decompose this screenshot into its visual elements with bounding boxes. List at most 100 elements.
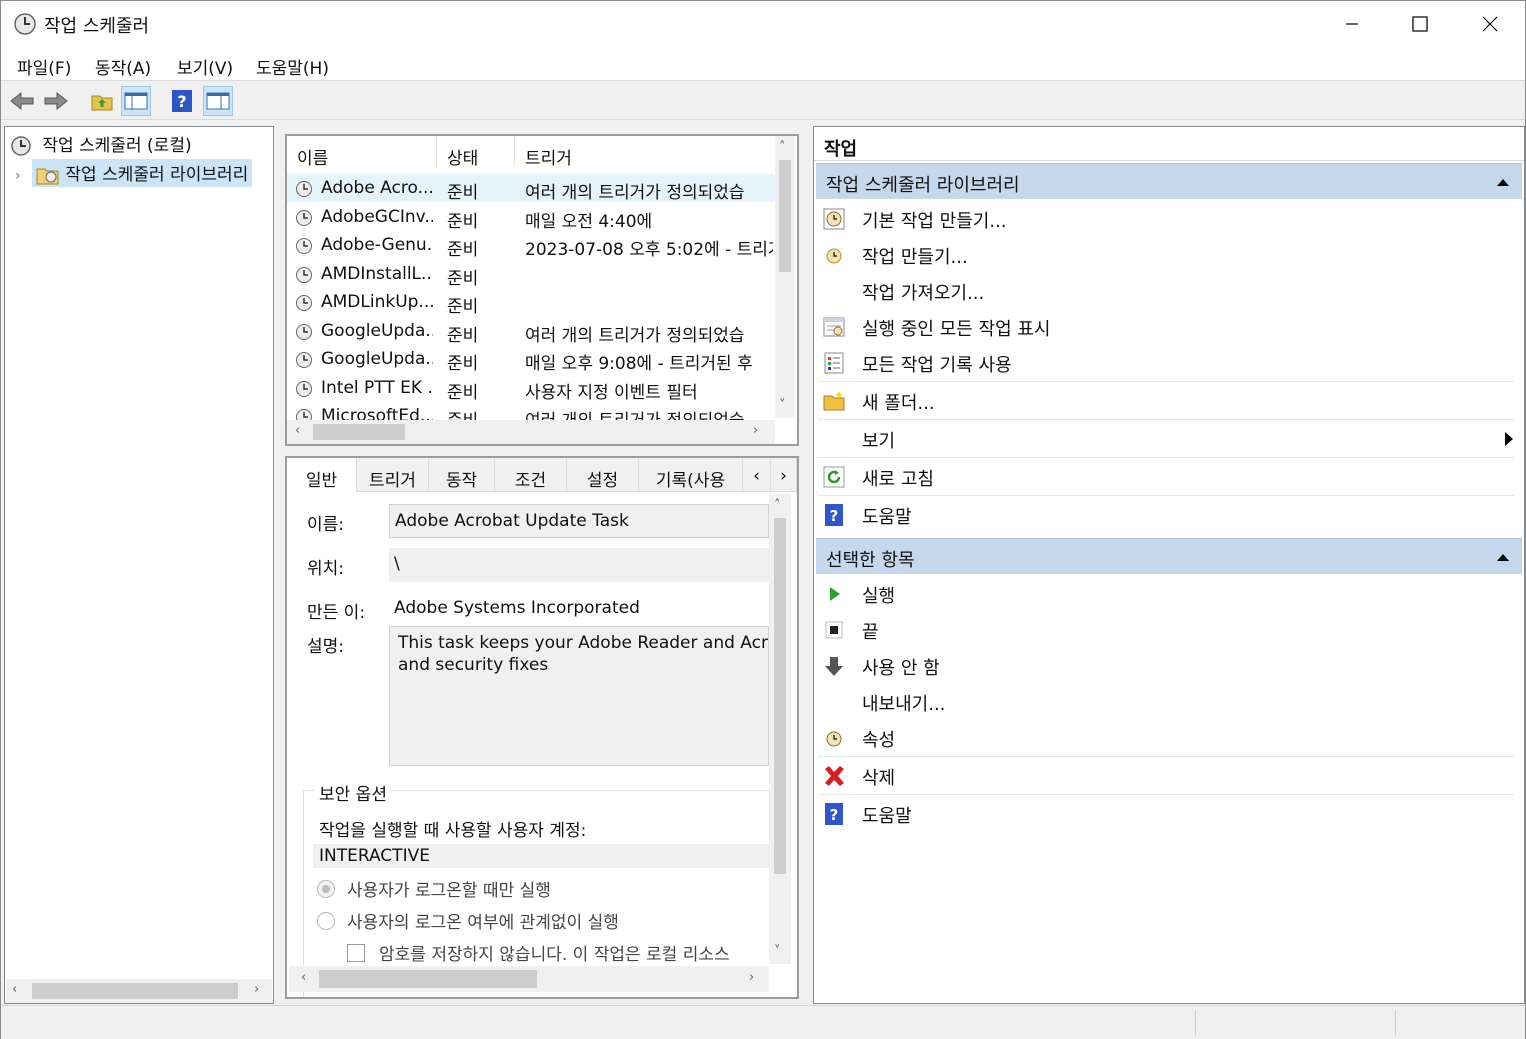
menu-help[interactable]: 도움말(H) — [256, 54, 329, 79]
expand-chevron-icon[interactable]: › — [15, 168, 21, 184]
description-line-2: and security fixes — [398, 655, 549, 675]
tree-library-item[interactable]: › 작업 스케줄러 라이브러리 — [15, 159, 273, 187]
help-toolbar-button[interactable]: ? — [167, 86, 197, 116]
action-create-task[interactable]: 작업 만들기... — [818, 237, 1518, 273]
action-import-task[interactable]: 작업 가져오기... — [818, 273, 1518, 309]
scroll-right-icon[interactable]: › — [254, 982, 259, 997]
scroll-left-icon[interactable]: ‹ — [12, 982, 17, 997]
task-clock-icon — [296, 266, 312, 283]
security-options-title: 보안 옵션 — [315, 780, 391, 805]
action-create-basic-task[interactable]: 기본 작업 만들기... — [818, 201, 1518, 237]
close-icon — [1482, 16, 1498, 32]
tab-general[interactable]: 일반 — [287, 458, 357, 494]
details-horizontal-scrollbar[interactable]: ‹ › — [289, 966, 769, 992]
author-field[interactable]: Adobe Systems Incorporated — [389, 592, 769, 626]
collapse-up-icon — [1497, 554, 1509, 561]
menu-file[interactable]: 파일(F) — [17, 54, 71, 79]
details-vertical-scrollbar[interactable]: ˄ ˅ — [769, 494, 791, 964]
task-trigger-cell: 여러 개의 트리거가 정의되었습 — [525, 325, 745, 346]
action-enable-all-history[interactable]: 모든 작업 기록 사용 — [818, 345, 1518, 381]
menu-action[interactable]: 동작(A) — [95, 54, 151, 79]
scroll-down-icon[interactable]: ˅ — [774, 944, 781, 959]
scrollbar-thumb[interactable] — [774, 518, 786, 874]
scrollbar-thumb[interactable] — [319, 970, 537, 988]
tab-actions[interactable]: 동작 — [429, 458, 495, 492]
task-trigger-cell: 여러 개의 트리거가 정의되었습 — [525, 183, 745, 203]
minimize-button[interactable] — [1317, 1, 1387, 47]
tab-conditions[interactable]: 조건 — [495, 458, 567, 492]
table-row[interactable]: Intel PTT EK ... 준비 사용자 지정 이벤트 필터 — [287, 374, 777, 403]
tab-history[interactable]: 기록(사용 — [639, 458, 743, 492]
status-divider — [1395, 1010, 1396, 1036]
tree-horizontal-scrollbar[interactable]: ‹ › — [6, 979, 272, 1003]
scrollbar-thumb[interactable] — [779, 160, 791, 272]
table-row[interactable]: GoogleUpda... 준비 여러 개의 트리거가 정의되었습 — [287, 317, 777, 346]
radio-logon-only[interactable] — [317, 880, 335, 898]
disable-down-arrow-icon — [825, 657, 843, 676]
show-hide-action-pane-button[interactable] — [203, 86, 233, 116]
name-field[interactable]: Adobe Acrobat Update Task — [389, 504, 769, 538]
action-refresh[interactable]: 새로 고침 — [818, 459, 1518, 495]
tab-scroll-right[interactable]: › — [771, 458, 797, 492]
action-export[interactable]: 내보내기... — [818, 684, 1518, 720]
action-run[interactable]: 실행 — [818, 576, 1518, 612]
clock-icon — [11, 136, 31, 156]
history-list-icon — [824, 352, 844, 374]
action-disable[interactable]: 사용 안 함 — [818, 648, 1518, 684]
scrollbar-thumb[interactable] — [313, 424, 405, 440]
show-hide-console-tree-button[interactable] — [121, 86, 151, 116]
console-tree-pane: 작업 스케줄러 (로컬) › 작업 스케줄러 라이브러리 ‹ › — [4, 126, 274, 1004]
back-button[interactable] — [7, 86, 37, 116]
scroll-down-icon[interactable]: ˅ — [779, 398, 786, 413]
task-status-cell: 준비 — [447, 382, 479, 403]
table-row[interactable]: AMDInstallL... 준비 — [287, 260, 777, 289]
scroll-left-icon[interactable]: ‹ — [301, 970, 306, 985]
close-button[interactable] — [1455, 1, 1525, 47]
action-new-folder[interactable]: 새 폴더... — [818, 383, 1518, 419]
action-properties[interactable]: 속성 — [818, 720, 1518, 756]
description-field[interactable]: This task keeps your Adobe Reader and Ac… — [389, 626, 769, 766]
maximize-button[interactable] — [1385, 1, 1455, 47]
list-horizontal-scrollbar[interactable]: ‹ › — [287, 420, 775, 444]
tab-scroll-left[interactable]: ‹ — [743, 458, 771, 492]
column-header-status[interactable]: 상태 — [437, 136, 515, 169]
section-library[interactable]: 작업 스케줄러 라이브러리 — [816, 163, 1522, 199]
table-row[interactable]: Adobe-Genu... 준비 2023-07-08 오후 5:02에 - 트리거 — [287, 231, 777, 260]
action-view[interactable]: 보기 — [818, 421, 1518, 457]
section-selected-item[interactable]: 선택한 항목 — [816, 538, 1522, 574]
table-row[interactable]: Adobe Acro... 준비 여러 개의 트리거가 정의되었습 — [287, 174, 777, 203]
radio-run-whether-logged-on[interactable] — [317, 912, 335, 930]
action-help-selected[interactable]: ? 도움말 — [818, 796, 1518, 832]
scroll-up-icon[interactable]: ˄ — [779, 140, 786, 155]
table-row[interactable]: AMDLinkUp... 준비 — [287, 288, 777, 317]
action-end[interactable]: 끝 — [818, 612, 1518, 648]
table-row[interactable]: GoogleUpda... 준비 매일 오후 9:08에 - 트리거된 후 — [287, 345, 777, 374]
action-help[interactable]: ? 도움말 — [818, 497, 1518, 533]
table-row[interactable]: AdobeGCInv... 준비 매일 오전 4:40에 — [287, 203, 777, 232]
refresh-icon — [823, 466, 845, 488]
scroll-up-icon[interactable]: ˄ — [774, 498, 781, 513]
description-line-1: This task keeps your Adobe Reader and Ac… — [398, 633, 769, 653]
properties-clock-icon — [826, 731, 842, 747]
scroll-right-icon[interactable]: › — [749, 970, 754, 985]
help-icon: ? — [172, 90, 192, 112]
column-header-trigger[interactable]: 트리거 — [515, 136, 777, 169]
menu-view[interactable]: 보기(V) — [177, 54, 233, 79]
column-header-name[interactable]: 이름 — [287, 136, 437, 169]
scroll-left-icon[interactable]: ‹ — [295, 423, 300, 438]
tree-root-item[interactable]: 작업 스케줄러 (로컬) — [9, 131, 192, 158]
list-vertical-scrollbar[interactable]: ˄ ˅ — [775, 136, 795, 418]
do-not-store-password-checkbox[interactable] — [347, 944, 365, 962]
scrollbar-thumb[interactable] — [32, 983, 238, 999]
task-name-cell: Intel PTT EK ... — [321, 377, 433, 398]
action-display-running-tasks[interactable]: 실행 중인 모든 작업 표시 — [818, 309, 1518, 345]
forward-button[interactable] — [41, 86, 71, 116]
action-delete[interactable]: 삭제 — [818, 758, 1518, 794]
separator — [818, 381, 1514, 382]
tab-triggers[interactable]: 트리거 — [357, 458, 429, 492]
tab-settings[interactable]: 설정 — [567, 458, 639, 492]
task-status-cell: 준비 — [447, 183, 479, 203]
location-field[interactable]: \ — [389, 548, 769, 582]
scroll-right-icon[interactable]: › — [753, 423, 758, 438]
up-folder-button[interactable] — [87, 86, 117, 116]
